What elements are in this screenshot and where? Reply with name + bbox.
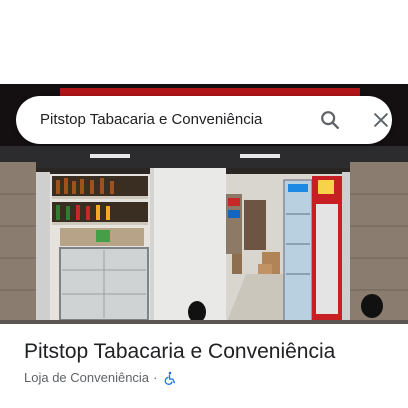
place-category[interactable]: Loja de Conveniência bbox=[24, 370, 149, 385]
search-icon bbox=[321, 111, 339, 129]
wheelchair-icon bbox=[163, 371, 177, 385]
search-bar[interactable]: Pitstop Tabacaria e Conveniência bbox=[16, 96, 392, 144]
place-subtitle: Loja de Conveniência · bbox=[24, 370, 177, 385]
search-button[interactable] bbox=[314, 104, 346, 136]
place-title: Pitstop Tabacaria e Conveniência bbox=[24, 340, 336, 363]
separator-dot: · bbox=[153, 370, 158, 385]
clear-search-button[interactable] bbox=[365, 104, 397, 136]
close-icon bbox=[374, 113, 388, 127]
top-blank-area bbox=[0, 0, 408, 84]
search-input[interactable]: Pitstop Tabacaria e Conveniência bbox=[40, 96, 262, 144]
